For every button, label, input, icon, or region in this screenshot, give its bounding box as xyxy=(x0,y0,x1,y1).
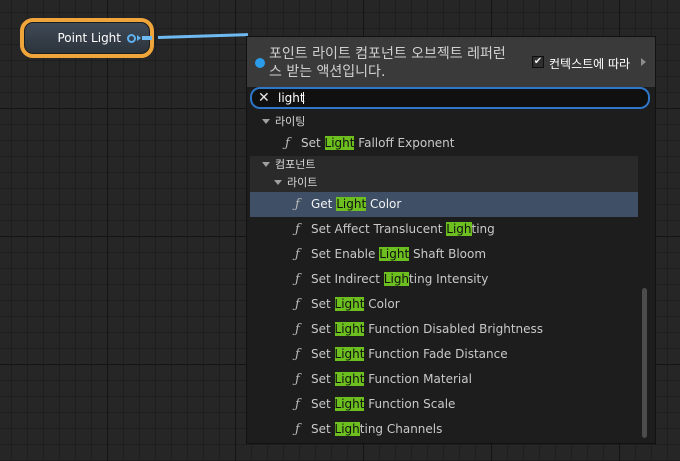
function-icon: ƒ xyxy=(295,372,300,387)
list-item[interactable]: ƒ Set Light Falloff Exponent xyxy=(250,131,638,156)
list-item[interactable]: ƒ Set Light Function Fade Distance xyxy=(250,342,638,367)
list-item[interactable]: ƒ Set Indirect Lighting Intensity xyxy=(250,267,638,292)
function-icon: ƒ xyxy=(295,272,300,287)
function-icon: ƒ xyxy=(295,322,300,337)
category-component[interactable]: 컴포넌트 xyxy=(262,156,315,174)
list-item[interactable]: ƒ Set Lighting Channels xyxy=(250,417,638,442)
context-sensitive-checkbox[interactable]: ✔ xyxy=(532,56,544,68)
text-caret xyxy=(303,92,304,104)
function-icon: ƒ xyxy=(295,347,300,362)
list-item[interactable]: ƒ Set Enable Light Shaft Bloom xyxy=(250,242,638,267)
list-item[interactable]: ƒ Set Light Function Material xyxy=(250,367,638,392)
point-light-node[interactable]: Point Light xyxy=(20,18,154,58)
action-menu-title: 포인트 라이트 컴포넌트 오브젝트 레퍼런스 받는 액션입니다. xyxy=(269,46,506,80)
function-icon: ƒ xyxy=(285,136,290,151)
category-label: 컴포넌트 xyxy=(275,158,316,171)
connection-wire xyxy=(157,33,249,39)
expand-triangle-icon xyxy=(262,162,270,167)
function-icon: ƒ xyxy=(295,197,300,212)
category-label: 라이팅 xyxy=(275,115,306,128)
node-label: Point Light xyxy=(57,31,121,45)
chevron-right-icon[interactable] xyxy=(641,58,646,66)
search-box[interactable]: ✕ xyxy=(250,87,650,109)
node-body: Point Light xyxy=(24,22,150,54)
action-menu: 포인트 라이트 컴포넌트 오브젝트 레퍼런스 받는 액션입니다. ✔ 컨텍스트에… xyxy=(246,36,656,444)
expand-triangle-icon xyxy=(274,180,282,185)
category-label: 라이트 xyxy=(287,176,318,189)
output-pin-icon[interactable] xyxy=(127,33,136,43)
list-item[interactable]: ƒ Set Light Function Disabled Brightness xyxy=(250,317,638,342)
object-reference-icon xyxy=(255,58,265,68)
clear-search-icon[interactable]: ✕ xyxy=(258,89,270,107)
category-lighting[interactable]: 라이팅 xyxy=(262,113,305,131)
list-item[interactable]: ƒ Set Light Color xyxy=(250,292,638,317)
list-item[interactable]: ƒ Set Light Function Scale xyxy=(250,392,638,417)
function-icon: ƒ xyxy=(295,247,300,262)
function-icon: ƒ xyxy=(295,297,300,312)
scrollbar[interactable] xyxy=(642,288,647,438)
action-menu-header: 포인트 라이트 컴포넌트 오브젝트 레퍼런스 받는 액션입니다. ✔ 컨텍스트에… xyxy=(247,37,655,87)
category-light[interactable]: 라이트 xyxy=(274,174,317,192)
list-item[interactable]: ƒ Set Affect Translucent Lighting xyxy=(250,217,638,242)
function-icon: ƒ xyxy=(295,222,300,237)
expand-triangle-icon xyxy=(262,119,270,124)
action-list: 라이팅 ƒ Set Light Falloff Exponent 컴포넌트 라이트… xyxy=(250,111,640,441)
function-icon: ƒ xyxy=(295,422,300,437)
list-item-selected[interactable]: ƒ Get Light Color xyxy=(250,192,638,217)
context-sensitive-label[interactable]: 컨텍스트에 따라 xyxy=(549,55,630,72)
search-input[interactable] xyxy=(278,89,578,107)
wire-stub xyxy=(142,36,152,40)
pin-arrow-icon xyxy=(137,35,141,41)
function-icon: ƒ xyxy=(295,397,300,412)
